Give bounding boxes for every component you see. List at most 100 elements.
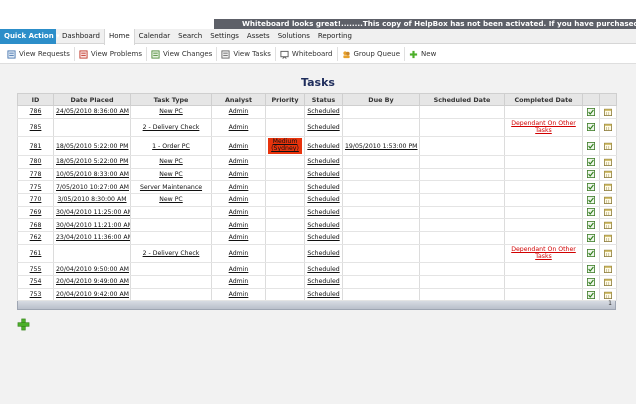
completed-status-link[interactable]: Dependant On Other Tasks (507, 120, 580, 134)
status-link[interactable]: Scheduled (307, 196, 339, 203)
complete-check-icon[interactable] (587, 107, 595, 116)
table-row[interactable]: 778 10/05/2010 8:33:00 AM New PC Admin Sched… (17, 168, 617, 182)
calendar-icon[interactable] (604, 208, 612, 217)
date-placed-link[interactable]: 20/04/2010 9:42:00 AM (56, 291, 129, 298)
calendar-icon[interactable] (604, 234, 612, 242)
completed-status-link[interactable]: Dependant On Other Tasks (507, 246, 580, 260)
view-changes-button[interactable]: View Changes (147, 47, 218, 61)
table-row[interactable]: 755 20/04/2010 9:50:00 AM Admin Scheduled (17, 262, 617, 276)
task-type-link[interactable]: New PC (159, 171, 183, 178)
analyst-link[interactable]: Admin (229, 209, 249, 216)
date-placed-link[interactable]: 10/05/2010 8:33:00 AM (56, 171, 129, 178)
analyst-link[interactable]: Admin (229, 291, 249, 298)
id-link[interactable]: 780 (30, 158, 42, 165)
calendar-icon[interactable] (604, 265, 612, 274)
task-type-link[interactable]: New PC (159, 108, 183, 115)
complete-check-icon[interactable] (587, 290, 595, 299)
complete-check-icon[interactable] (587, 265, 595, 274)
table-row[interactable]: 785 2 - Delivery Check Admin Scheduled Depen… (17, 118, 617, 138)
calendar-icon[interactable] (604, 170, 612, 179)
status-link[interactable]: Scheduled (307, 143, 339, 150)
analyst-link[interactable]: Admin (229, 250, 249, 257)
menu-item-assets[interactable]: Assets (243, 29, 274, 44)
calendar-icon[interactable] (604, 158, 612, 166)
menu-item-solutions[interactable]: Solutions (274, 29, 314, 44)
status-link[interactable]: Scheduled (307, 184, 339, 191)
table-row[interactable]: 754 20/04/2010 9:49:00 AM Admin Scheduled (17, 275, 617, 289)
complete-check-icon[interactable] (587, 249, 595, 258)
status-link[interactable]: Scheduled (307, 209, 339, 216)
table-row[interactable]: 753 20/04/2010 9:42:00 AM Admin Scheduled (17, 288, 617, 302)
table-row[interactable]: 769 30/04/2010 11:25:00 AM Admin Scheduled (17, 206, 617, 220)
calendar-icon[interactable] (604, 278, 612, 286)
complete-check-icon[interactable] (587, 195, 595, 204)
menu-item-settings[interactable]: Settings (206, 29, 243, 44)
date-placed-link[interactable]: 24/05/2010 8:36:00 AM (56, 108, 129, 115)
due-by-link[interactable]: 19/05/2010 1:53:00 PM (345, 143, 418, 150)
task-type-link[interactable]: 1 - Order PC (152, 143, 190, 150)
date-placed-link[interactable]: 30/04/2010 11:21:00 AM (56, 222, 130, 229)
complete-check-icon[interactable] (587, 233, 595, 242)
table-row[interactable]: 761 2 - Delivery Check Admin Scheduled Depen… (17, 244, 617, 264)
id-link[interactable]: 775 (30, 184, 42, 191)
id-link[interactable]: 768 (30, 222, 42, 229)
status-link[interactable]: Scheduled (307, 266, 339, 273)
analyst-link[interactable]: Admin (229, 184, 249, 191)
status-link[interactable]: Scheduled (307, 222, 339, 229)
complete-check-icon[interactable] (587, 157, 595, 166)
menu-item-search[interactable]: Search (174, 29, 206, 44)
analyst-link[interactable]: Admin (229, 196, 249, 203)
complete-check-icon[interactable] (587, 208, 595, 217)
menu-item-dashboard[interactable]: Dashboard (58, 29, 104, 44)
status-link[interactable]: Scheduled (307, 291, 339, 298)
status-link[interactable]: Scheduled (307, 171, 339, 178)
status-link[interactable]: Scheduled (307, 108, 339, 115)
view-problems-button[interactable]: View Problems (75, 47, 148, 61)
whiteboard-button[interactable]: Whiteboard (276, 47, 338, 61)
menu-item-home[interactable]: Home (103, 29, 135, 45)
analyst-link[interactable]: Admin (229, 108, 249, 115)
id-link[interactable]: 762 (30, 234, 42, 241)
table-row[interactable]: 762 23/04/2010 11:36:00 AM Admin Scheduled (17, 231, 617, 245)
task-type-link[interactable]: 2 - Delivery Check (143, 250, 200, 257)
analyst-link[interactable]: Admin (229, 222, 249, 229)
status-link[interactable]: Scheduled (307, 278, 339, 285)
analyst-link[interactable]: Admin (229, 171, 249, 178)
add-task-plus-icon[interactable] (17, 318, 30, 331)
id-link[interactable]: 778 (30, 171, 42, 178)
group-queue-button[interactable]: Group Queue (338, 47, 406, 61)
analyst-link[interactable]: Admin (229, 234, 249, 241)
id-link[interactable]: 769 (30, 209, 42, 216)
id-link[interactable]: 786 (30, 108, 42, 115)
id-link[interactable]: 755 (30, 266, 42, 273)
analyst-link[interactable]: Admin (229, 124, 249, 131)
analyst-link[interactable]: Admin (229, 278, 249, 285)
view-requests-button[interactable]: View Requests (3, 47, 75, 61)
date-placed-link[interactable]: 3/05/2010 8:30:00 AM (57, 196, 126, 203)
view-tasks-button[interactable]: View Tasks (217, 47, 276, 61)
new-button[interactable]: New (405, 47, 440, 61)
table-row[interactable]: 780 18/05/2010 5:22:00 PM New PC Admin Sched… (17, 155, 617, 169)
date-placed-link[interactable]: 20/04/2010 9:50:00 AM (56, 266, 129, 273)
calendar-icon[interactable] (604, 291, 612, 299)
menu-item-calendar[interactable]: Calendar (135, 29, 174, 44)
calendar-icon[interactable] (604, 249, 612, 258)
complete-check-icon[interactable] (587, 123, 595, 132)
id-link[interactable]: 754 (30, 278, 42, 285)
complete-check-icon[interactable] (587, 183, 595, 192)
pager-page-number[interactable]: 1 (608, 300, 612, 307)
table-row[interactable]: 781 18/05/2010 5:22:00 PM 1 - Order PC Admi… (17, 136, 617, 156)
status-link[interactable]: Scheduled (307, 234, 339, 241)
quick-action-button[interactable]: Quick Action ▾ (0, 29, 60, 44)
date-placed-link[interactable]: 20/04/2010 9:49:00 AM (56, 278, 129, 285)
complete-check-icon[interactable] (587, 221, 595, 230)
task-type-link[interactable]: New PC (159, 196, 183, 203)
date-placed-link[interactable]: 18/05/2010 5:22:00 PM (56, 143, 129, 150)
id-link[interactable]: 785 (30, 124, 42, 131)
complete-check-icon[interactable] (587, 142, 595, 151)
calendar-icon[interactable] (604, 221, 612, 230)
status-link[interactable]: Scheduled (307, 250, 339, 257)
calendar-icon[interactable] (604, 196, 612, 204)
priority-badge[interactable]: Medium (Sydney) (268, 138, 302, 154)
task-type-link[interactable]: 2 - Delivery Check (143, 124, 200, 131)
